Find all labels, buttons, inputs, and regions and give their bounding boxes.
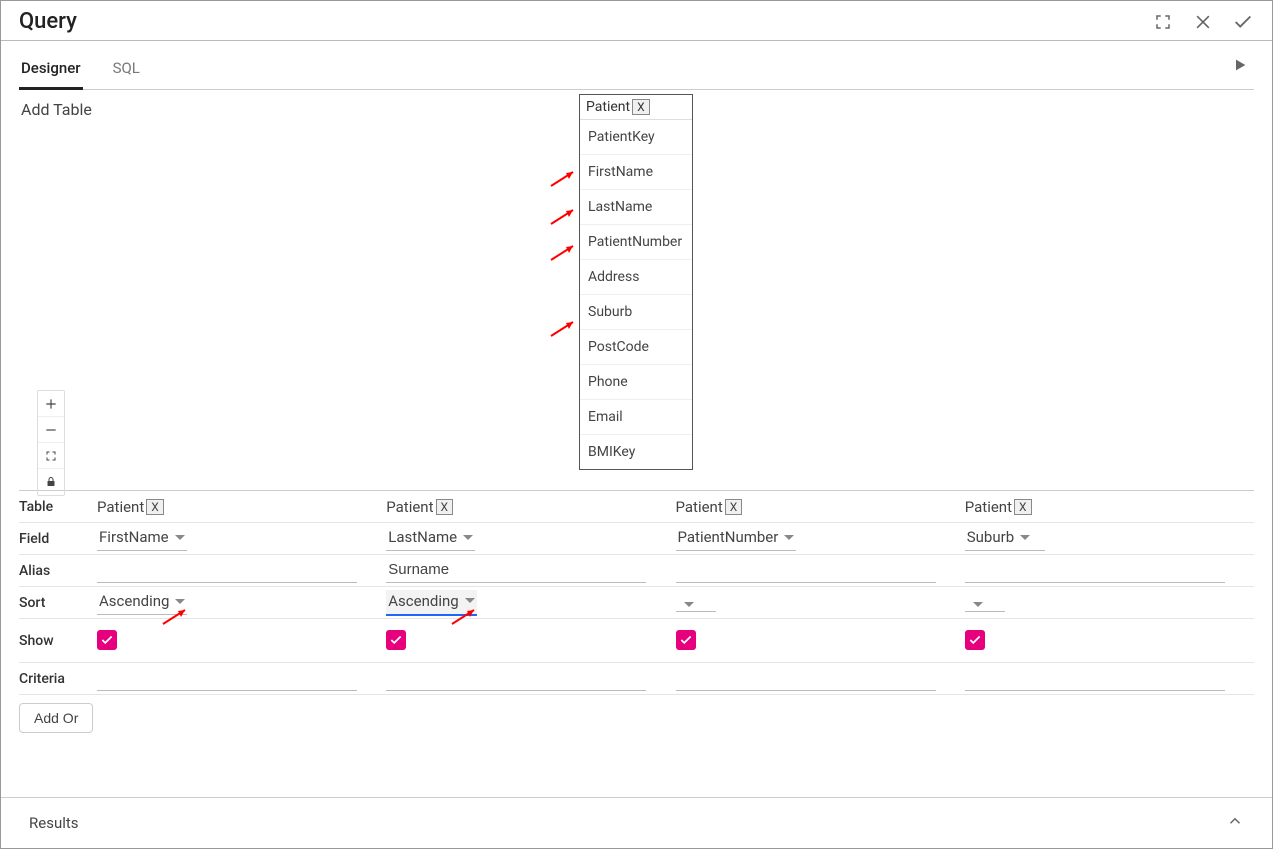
row-label-sort: Sort bbox=[19, 591, 97, 615]
row-label-table: Table bbox=[19, 495, 97, 519]
criteria-input[interactable] bbox=[97, 667, 357, 691]
show-checkbox[interactable] bbox=[965, 630, 985, 650]
grid-row-field: Field FirstName LastName PatientNumber S… bbox=[19, 523, 1254, 555]
table-card-patient[interactable]: Patient X PatientKey FirstName LastName … bbox=[579, 94, 693, 470]
chevron-down-icon bbox=[175, 599, 185, 604]
chevron-down-icon bbox=[175, 535, 185, 540]
window-title: Query bbox=[19, 9, 77, 34]
chip-remove-button[interactable]: X bbox=[1014, 499, 1032, 515]
table-field[interactable]: Address bbox=[580, 260, 692, 295]
query-window: Query Designer SQL Add Table Patient bbox=[0, 0, 1273, 849]
table-field[interactable]: Suburb bbox=[580, 295, 692, 330]
results-panel-toggle[interactable]: Results bbox=[1, 797, 1272, 848]
criteria-input[interactable] bbox=[676, 667, 936, 691]
confirm-icon[interactable] bbox=[1232, 11, 1254, 33]
table-card-close-button[interactable]: X bbox=[632, 99, 650, 115]
chevron-up-icon bbox=[1226, 812, 1244, 834]
chevron-down-icon bbox=[784, 535, 794, 540]
tab-sql[interactable]: SQL bbox=[111, 51, 142, 89]
annotation-arrow-icon bbox=[549, 242, 577, 262]
field-select[interactable]: Suburb bbox=[965, 526, 1045, 551]
table-field[interactable]: PostCode bbox=[580, 330, 692, 365]
zoom-in-icon[interactable] bbox=[38, 391, 64, 417]
grid-row-criteria: Criteria bbox=[19, 663, 1254, 695]
tab-designer[interactable]: Designer bbox=[19, 51, 83, 90]
fit-screen-icon[interactable] bbox=[38, 443, 64, 469]
table-chip: PatientX bbox=[965, 498, 1032, 516]
grid-row-sort: Sort Ascending Ascending bbox=[19, 587, 1254, 619]
criteria-grid: Table PatientX PatientX PatientX Patient… bbox=[19, 490, 1254, 735]
chevron-down-icon bbox=[463, 535, 473, 540]
run-icon[interactable] bbox=[1232, 54, 1254, 76]
sort-select[interactable]: Ascending bbox=[386, 590, 476, 616]
table-field[interactable]: BMIKey bbox=[580, 435, 692, 469]
annotation-arrow-icon bbox=[549, 168, 577, 188]
results-label: Results bbox=[29, 814, 79, 832]
table-field[interactable]: PatientKey bbox=[580, 120, 692, 155]
table-chip: PatientX bbox=[386, 498, 453, 516]
sort-select[interactable] bbox=[965, 600, 1005, 612]
row-label-show: Show bbox=[19, 629, 97, 653]
chevron-down-icon bbox=[684, 602, 694, 607]
table-field[interactable]: FirstName bbox=[580, 155, 692, 190]
table-field[interactable]: Phone bbox=[580, 365, 692, 400]
canvas-toolbox bbox=[37, 390, 65, 496]
header-actions bbox=[1152, 11, 1254, 33]
chevron-down-icon bbox=[1020, 535, 1030, 540]
grid-row-add-or: Add Or bbox=[19, 695, 1254, 735]
alias-input[interactable] bbox=[97, 559, 357, 583]
criteria-input[interactable] bbox=[965, 667, 1225, 691]
fullscreen-icon[interactable] bbox=[1152, 11, 1174, 33]
zoom-out-icon[interactable] bbox=[38, 417, 64, 443]
tab-bar: Designer SQL bbox=[19, 41, 1254, 90]
field-select[interactable]: LastName bbox=[386, 526, 475, 551]
chip-remove-button[interactable]: X bbox=[146, 499, 164, 515]
add-or-button[interactable]: Add Or bbox=[19, 703, 93, 733]
table-field[interactable]: LastName bbox=[580, 190, 692, 225]
table-field[interactable]: Email bbox=[580, 400, 692, 435]
table-card-title: Patient bbox=[586, 99, 630, 115]
add-table-button[interactable]: Add Table bbox=[21, 100, 92, 119]
chevron-down-icon bbox=[973, 602, 983, 607]
criteria-input[interactable] bbox=[386, 667, 646, 691]
row-label-criteria: Criteria bbox=[19, 667, 97, 691]
grid-row-alias: Alias bbox=[19, 555, 1254, 587]
row-label-alias: Alias bbox=[19, 559, 97, 583]
field-select[interactable]: FirstName bbox=[97, 526, 187, 551]
chip-remove-button[interactable]: X bbox=[725, 499, 743, 515]
sort-select[interactable]: Ascending bbox=[97, 590, 187, 615]
chevron-down-icon bbox=[465, 598, 475, 603]
show-checkbox[interactable] bbox=[97, 630, 117, 650]
annotation-arrow-icon bbox=[549, 206, 577, 226]
annotation-arrow-icon bbox=[549, 318, 577, 338]
grid-row-table: Table PatientX PatientX PatientX Patient… bbox=[19, 491, 1254, 523]
chip-remove-button[interactable]: X bbox=[436, 499, 454, 515]
alias-input[interactable] bbox=[965, 559, 1225, 583]
lock-icon[interactable] bbox=[38, 469, 64, 495]
show-checkbox[interactable] bbox=[676, 630, 696, 650]
header: Query bbox=[1, 1, 1272, 41]
table-card-header: Patient X bbox=[580, 95, 692, 120]
tabs: Designer SQL bbox=[19, 41, 142, 89]
show-checkbox[interactable] bbox=[386, 630, 406, 650]
table-chip: PatientX bbox=[97, 498, 164, 516]
sort-select[interactable] bbox=[676, 600, 716, 612]
close-icon[interactable] bbox=[1192, 11, 1214, 33]
table-field[interactable]: PatientNumber bbox=[580, 225, 692, 260]
row-label-field: Field bbox=[19, 527, 97, 551]
grid-row-show: Show bbox=[19, 619, 1254, 663]
alias-input[interactable] bbox=[386, 559, 646, 583]
table-chip: PatientX bbox=[676, 498, 743, 516]
designer-canvas[interactable]: Add Table Patient X PatientKey FirstName… bbox=[19, 90, 1254, 490]
alias-input[interactable] bbox=[676, 559, 936, 583]
field-select[interactable]: PatientNumber bbox=[676, 526, 797, 551]
